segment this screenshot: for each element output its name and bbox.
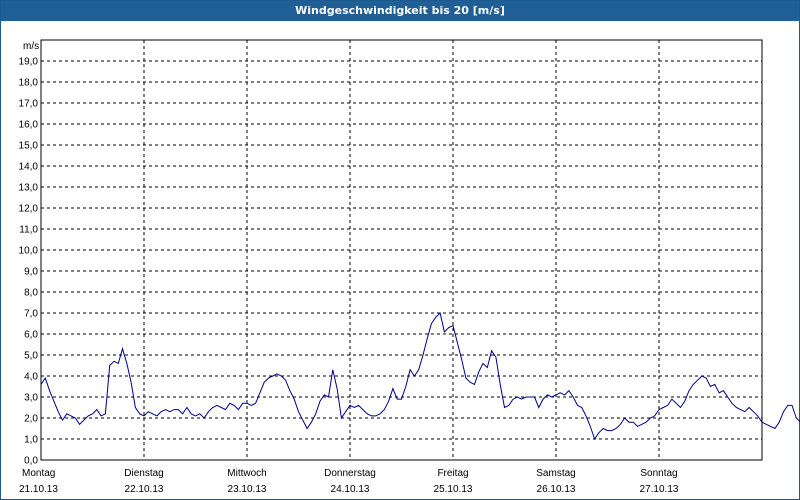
- x-tick-date: 23.10.13: [228, 484, 267, 495]
- x-tick-date: 27.10.13: [640, 484, 679, 495]
- x-tick-date: 25.10.13: [434, 484, 473, 495]
- x-tick-weekday: Mittwoch: [227, 468, 266, 479]
- y-tick-label: 17,0: [19, 99, 39, 110]
- y-tick-label: 4,0: [24, 372, 38, 383]
- y-tick-label: 1,0: [24, 435, 38, 446]
- y-tick-labels: 0,0 1,0 2,0 3,0 4,0 5,0 6,0 7,0 8,0 9,0 10,0 11,0 12…: [19, 57, 39, 467]
- y-tick-label: 19,0: [19, 57, 39, 68]
- y-tick-label: 14,0: [19, 162, 39, 173]
- wind-speed-chart: m/s 0,0 1,0 2,0 3,0 4,0 5,0 6,0 7,0 8,0 9,0 10,0 11…: [19, 39, 800, 495]
- x-tick-weekday: Montag: [22, 468, 55, 479]
- y-tick-label: 7,0: [24, 309, 38, 320]
- y-axis-unit: m/s: [23, 41, 39, 52]
- y-tick-label: 10,0: [19, 246, 39, 257]
- x-tick-weekday: Sonntag: [640, 468, 677, 479]
- x-tick-date: 24.10.13: [331, 484, 370, 495]
- y-tick-label: 11,0: [19, 225, 38, 236]
- x-tick-weekday: Freitag: [437, 468, 468, 479]
- x-tick-date: 21.10.13: [19, 484, 58, 495]
- y-tick-label: 12,0: [19, 204, 39, 215]
- x-tick-date: 26.10.13: [537, 484, 576, 495]
- y-tick-label: 15,0: [19, 141, 39, 152]
- y-tick-label: 5,0: [24, 351, 38, 362]
- y-tick-label: 13,0: [19, 183, 39, 194]
- x-tick-weekday: Donnerstag: [324, 468, 376, 479]
- y-tick-label: 6,0: [24, 330, 38, 341]
- y-tick-label: 16,0: [19, 120, 39, 131]
- y-tick-label: 18,0: [19, 78, 39, 89]
- y-tick-label: 8,0: [24, 288, 38, 299]
- wind-speed-line: [40, 312, 800, 441]
- x-tick-labels: Montag 21.10.13 Dienstag 22.10.13 Mittwoch 23…: [19, 468, 679, 495]
- y-tick-label: 0,0: [24, 456, 38, 467]
- y-tick-label: 2,0: [24, 414, 38, 425]
- y-tick-label: 3,0: [24, 393, 38, 404]
- x-tick-date: 22.10.13: [125, 484, 164, 495]
- y-tick-label: 9,0: [24, 267, 38, 278]
- grid-lines: [41, 40, 762, 460]
- x-tick-weekday: Dienstag: [124, 468, 163, 479]
- x-tick-weekday: Samstag: [536, 468, 575, 479]
